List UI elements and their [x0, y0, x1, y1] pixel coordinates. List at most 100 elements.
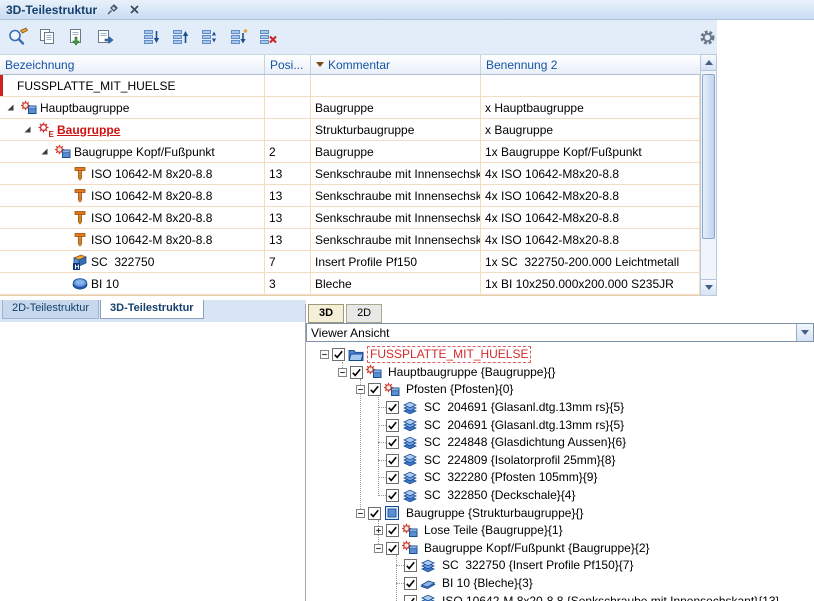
- tab-2d-teilestruktur[interactable]: 2D-Teilestruktur: [2, 300, 99, 319]
- table-row[interactable]: HSC 3227507Insert Profile Pf1501x SC 322…: [0, 251, 700, 273]
- checkbox[interactable]: [386, 401, 399, 414]
- tree-item[interactable]: BI 10 {Bleche}{3}: [306, 575, 814, 593]
- close-icon[interactable]: [127, 3, 141, 17]
- table-row[interactable]: BI 103Bleche1x BI 10x250.000x200.000 S23…: [0, 273, 700, 295]
- collapse-icon[interactable]: [372, 540, 386, 558]
- tree-item[interactable]: SC 322850 {Deckschale}{4}: [306, 487, 814, 505]
- checkbox[interactable]: [404, 559, 417, 572]
- checkbox[interactable]: [386, 542, 399, 555]
- tree-item-label[interactable]: Baugruppe Kopf/Fußpunkt {Baugruppe}{2}: [421, 540, 653, 557]
- tree-item[interactable]: Baugruppe Kopf/Fußpunkt {Baugruppe}{2}: [306, 540, 814, 558]
- tree-item[interactable]: SC 204691 {Glasanl.dtg.13mm rs}{5}: [306, 416, 814, 434]
- link-icon[interactable]: [91, 24, 118, 51]
- collapse-icon[interactable]: [354, 504, 368, 522]
- checkbox[interactable]: [368, 507, 381, 520]
- tree-item-label[interactable]: FUSSPLATTE_MIT_HUELSE: [367, 346, 531, 363]
- table-row[interactable]: ISO 10642-M 8x20-8.813Senkschraube mit I…: [0, 207, 700, 229]
- tree-item[interactable]: ISO 10642-M 8x20-8.8 {Senkschraube mit I…: [306, 592, 814, 601]
- scroll-thumb[interactable]: [702, 74, 715, 239]
- pin-icon[interactable]: [105, 3, 119, 17]
- arrow-down-icon: [705, 285, 713, 290]
- collapse-arrow-icon[interactable]: [40, 141, 55, 162]
- tree-item-label[interactable]: SC 322280 {Pfosten 105mm}{9}: [421, 469, 600, 486]
- collapse-icon[interactable]: [336, 364, 350, 382]
- cell-kommentar: [311, 75, 481, 96]
- scroll-up-button[interactable]: [701, 55, 716, 71]
- tree-item-label[interactable]: Pfosten {Pfosten}{0}: [403, 381, 516, 398]
- table-row[interactable]: EBaugruppeStrukturbaugruppex Baugruppe: [0, 119, 700, 141]
- checkbox[interactable]: [386, 419, 399, 432]
- settings-gear-icon[interactable]: [694, 24, 720, 50]
- table-row[interactable]: Baugruppe Kopf/Fußpunkt2Baugruppe1x Baug…: [0, 141, 700, 163]
- sort-descending-icon[interactable]: [167, 24, 194, 51]
- expand-icon[interactable]: [372, 522, 386, 540]
- checkbox[interactable]: [404, 577, 417, 590]
- tree-item-label[interactable]: Hauptbaugruppe {Baugruppe}{}: [385, 364, 559, 381]
- clear-sort-icon[interactable]: [254, 24, 281, 51]
- part-name: Baugruppe Kopf/Fußpunkt: [72, 145, 215, 159]
- checkbox[interactable]: [404, 595, 417, 601]
- assembly-icon: [55, 144, 72, 160]
- collapse-icon[interactable]: [318, 346, 332, 364]
- tree-item[interactable]: SC 224809 {Isolatorprofil 25mm}{8}: [306, 452, 814, 470]
- tree-item-label[interactable]: SC 204691 {Glasanl.dtg.13mm rs}{5}: [421, 417, 627, 434]
- sort-custom-icon[interactable]: [225, 24, 252, 51]
- checkbox[interactable]: [386, 524, 399, 537]
- collapse-arrow-icon[interactable]: [6, 97, 21, 118]
- part-name: BI 10: [89, 277, 119, 291]
- search-settings-icon[interactable]: [4, 24, 31, 51]
- table-row[interactable]: HauptbaugruppeBaugruppex Hauptbaugruppe: [0, 97, 700, 119]
- tree-item[interactable]: Hauptbaugruppe {Baugruppe}{}: [306, 364, 814, 382]
- table-row[interactable]: FUSSPLATTE_MIT_HUELSE: [0, 75, 700, 97]
- table-row[interactable]: ISO 10642-M 8x20-8.813Senkschraube mit I…: [0, 229, 700, 251]
- refpart-icon: [402, 470, 418, 486]
- tree-item-label[interactable]: SC 224848 {Glasdichtung Aussen}{6}: [421, 434, 629, 451]
- tree-item[interactable]: SC 204691 {Glasanl.dtg.13mm rs}{5}: [306, 399, 814, 417]
- column-label: Kommentar: [328, 58, 390, 72]
- table-row[interactable]: ISO 10642-M 8x20-8.813Senkschraube mit I…: [0, 185, 700, 207]
- checkbox[interactable]: [350, 366, 363, 379]
- sort-columns-icon[interactable]: [196, 24, 223, 51]
- checkbox[interactable]: [368, 383, 381, 396]
- column-header-bezeichnung[interactable]: Bezeichnung: [0, 55, 265, 74]
- tree-item-label[interactable]: SC 224809 {Isolatorprofil 25mm}{8}: [421, 452, 618, 469]
- tree-item-label[interactable]: BI 10 {Bleche}{3}: [439, 575, 536, 592]
- chevron-down-icon[interactable]: [796, 324, 813, 341]
- tree-connector: [372, 469, 386, 487]
- view-select[interactable]: Viewer Ansicht: [306, 323, 814, 342]
- collapse-icon[interactable]: [354, 381, 368, 399]
- tab-3d[interactable]: 3D: [308, 304, 344, 323]
- tree-item-label[interactable]: SC 322850 {Deckschale}{4}: [421, 487, 578, 504]
- tree-item-label[interactable]: ISO 10642-M 8x20-8.8 {Senkschraube mit I…: [439, 593, 783, 601]
- column-header-benennung2[interactable]: Benennung 2: [481, 55, 700, 74]
- checkbox[interactable]: [386, 454, 399, 467]
- tree-item[interactable]: SC 322750 {Insert Profile Pf150}{7}: [306, 557, 814, 575]
- tree-item-label[interactable]: SC 204691 {Glasanl.dtg.13mm rs}{5}: [421, 399, 627, 416]
- paste-icon[interactable]: [62, 24, 89, 51]
- scroll-down-button[interactable]: [701, 279, 716, 295]
- tree-item[interactable]: SC 224848 {Glasdichtung Aussen}{6}: [306, 434, 814, 452]
- tree-item[interactable]: Pfosten {Pfosten}{0}: [306, 381, 814, 399]
- checkbox[interactable]: [332, 348, 345, 361]
- tree-connector: [372, 434, 386, 452]
- column-label: Bezeichnung: [5, 58, 74, 72]
- table-row[interactable]: ISO 10642-M 8x20-8.813Senkschraube mit I…: [0, 163, 700, 185]
- sort-ascending-icon[interactable]: [138, 24, 165, 51]
- tree-item[interactable]: Baugruppe {Strukturbaugruppe}{}: [306, 504, 814, 522]
- checkbox[interactable]: [386, 436, 399, 449]
- column-header-kommentar[interactable]: Kommentar: [311, 55, 481, 74]
- column-header-posi[interactable]: Posi...: [265, 55, 311, 74]
- copy-icon[interactable]: [33, 24, 60, 51]
- vertical-scrollbar[interactable]: [700, 54, 717, 296]
- tree-item-label[interactable]: Lose Teile {Baugruppe}{1}: [421, 522, 566, 539]
- tab-2d[interactable]: 2D: [346, 304, 382, 323]
- collapse-arrow-icon[interactable]: [23, 119, 38, 140]
- checkbox[interactable]: [386, 471, 399, 484]
- tree-item-label[interactable]: Baugruppe {Strukturbaugruppe}{}: [403, 505, 586, 522]
- tree-item[interactable]: FUSSPLATTE_MIT_HUELSE: [306, 346, 814, 364]
- tree-item[interactable]: Lose Teile {Baugruppe}{1}: [306, 522, 814, 540]
- checkbox[interactable]: [386, 489, 399, 502]
- tree-item[interactable]: SC 322280 {Pfosten 105mm}{9}: [306, 469, 814, 487]
- tab-3d-teilestruktur[interactable]: 3D-Teilestruktur: [100, 300, 204, 319]
- tree-item-label[interactable]: SC 322750 {Insert Profile Pf150}{7}: [439, 557, 636, 574]
